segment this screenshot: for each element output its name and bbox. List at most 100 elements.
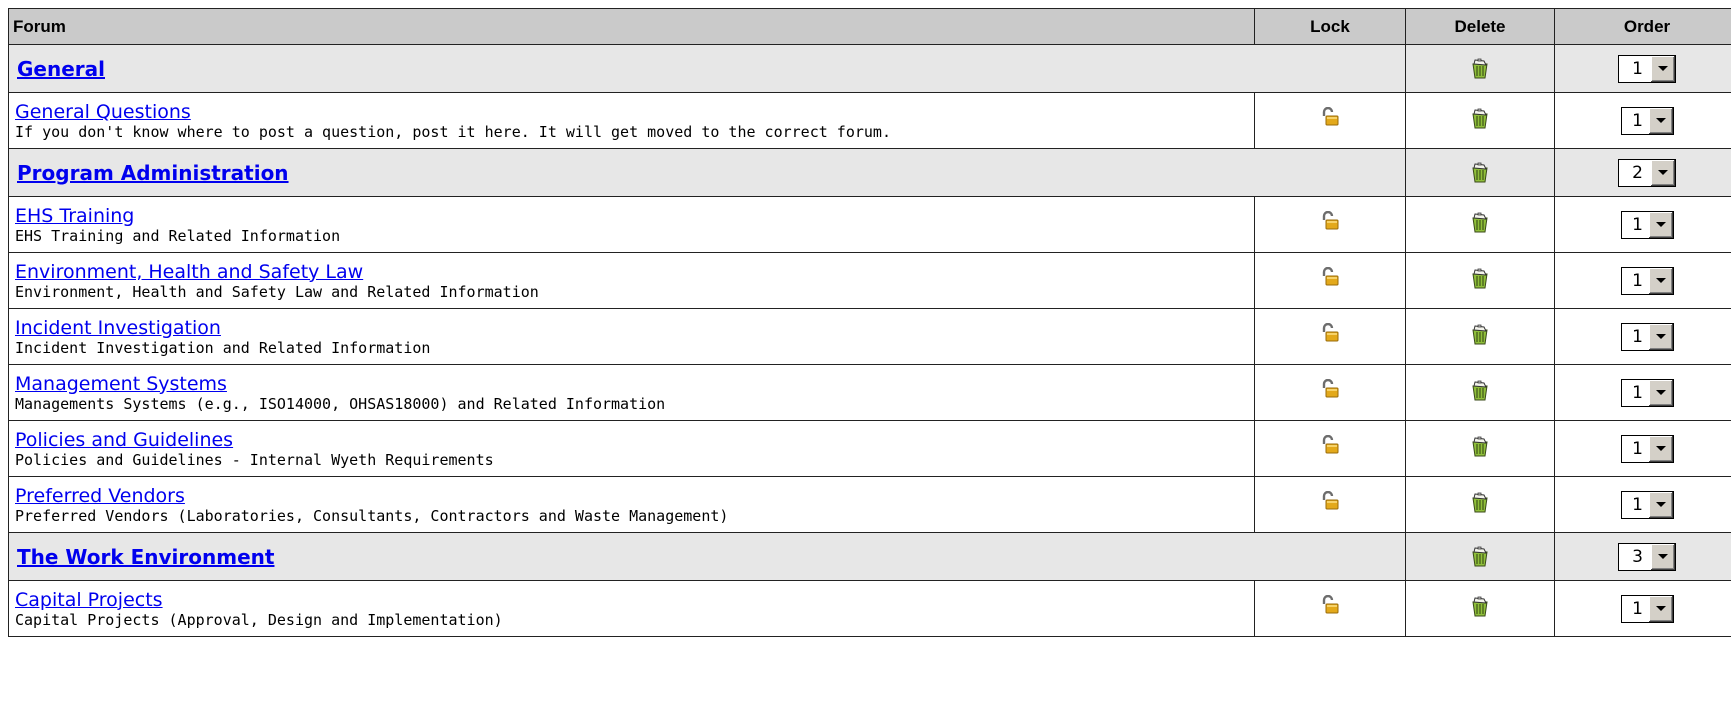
category-name-cell: General	[8, 44, 1406, 93]
trash-icon[interactable]	[1469, 546, 1491, 568]
trash-icon[interactable]	[1469, 58, 1491, 80]
lock-icon[interactable]	[1320, 266, 1340, 287]
forum-row: Policies and Guidelines Policies and Gui…	[8, 420, 1731, 477]
delete-cell	[1405, 44, 1555, 93]
category-row: General 1	[8, 44, 1731, 93]
lock-cell	[1254, 364, 1406, 421]
delete-cell	[1405, 148, 1555, 197]
order-cell: 2	[1554, 148, 1731, 197]
delete-cell	[1405, 532, 1555, 581]
trash-icon[interactable]	[1469, 492, 1491, 514]
lock-icon[interactable]	[1320, 106, 1340, 127]
order-select[interactable]: 1	[1620, 106, 1674, 135]
lock-cell	[1254, 252, 1406, 309]
trash-icon[interactable]	[1469, 596, 1491, 618]
order-cell: 3	[1554, 532, 1731, 581]
lock-icon[interactable]	[1320, 378, 1340, 399]
order-value: 1	[1632, 494, 1643, 515]
lock-icon[interactable]	[1320, 210, 1340, 231]
order-value: 2	[1632, 162, 1643, 183]
order-select[interactable]: 1	[1620, 266, 1674, 295]
trash-icon[interactable]	[1469, 108, 1491, 130]
order-dropdown-button[interactable]	[1650, 159, 1675, 186]
forum-link[interactable]: General Questions	[15, 101, 1254, 123]
order-dropdown-button[interactable]	[1647, 435, 1673, 462]
delete-cell	[1405, 420, 1555, 477]
order-select[interactable]: 1	[1620, 490, 1674, 519]
trash-icon[interactable]	[1469, 162, 1491, 184]
order-select[interactable]: 3	[1618, 542, 1676, 571]
category-link[interactable]: The Work Environment	[17, 545, 274, 569]
order-cell: 1	[1554, 196, 1731, 253]
trash-icon[interactable]	[1469, 380, 1491, 402]
forum-row: EHS Training EHS Training and Related In…	[8, 196, 1731, 253]
order-select[interactable]: 1	[1620, 434, 1674, 463]
order-cell: 1	[1554, 420, 1731, 477]
lock-icon[interactable]	[1320, 434, 1340, 455]
order-cell: 1	[1554, 308, 1731, 365]
forum-description: Capital Projects (Approval, Design and I…	[15, 610, 503, 629]
chevron-down-icon	[1655, 222, 1666, 227]
order-dropdown-button[interactable]	[1647, 323, 1673, 350]
order-cell: 1	[1554, 92, 1731, 149]
category-name-cell: Program Administration	[8, 148, 1406, 197]
delete-cell	[1405, 308, 1555, 365]
forum-link[interactable]: EHS Training	[15, 205, 1254, 227]
lock-icon[interactable]	[1320, 490, 1340, 511]
order-dropdown-button[interactable]	[1650, 55, 1675, 82]
forum-row: Preferred Vendors Preferred Vendors (Lab…	[8, 476, 1731, 533]
trash-icon[interactable]	[1469, 268, 1491, 290]
forum-link[interactable]: Environment, Health and Safety Law	[15, 261, 1254, 283]
order-value: 3	[1632, 546, 1643, 567]
trash-icon[interactable]	[1469, 212, 1491, 234]
order-dropdown-button[interactable]	[1650, 543, 1675, 570]
order-dropdown-button[interactable]	[1647, 107, 1673, 134]
chevron-down-icon	[1655, 606, 1666, 611]
order-select[interactable]: 1	[1618, 54, 1676, 83]
lock-cell	[1254, 92, 1406, 149]
order-cell: 1	[1554, 580, 1731, 637]
order-select[interactable]: 1	[1620, 210, 1674, 239]
order-select[interactable]: 1	[1620, 322, 1674, 351]
order-value: 1	[1632, 382, 1643, 403]
lock-cell	[1254, 420, 1406, 477]
order-dropdown-button[interactable]	[1647, 491, 1673, 518]
forum-name-cell: EHS Training EHS Training and Related In…	[8, 196, 1255, 253]
order-cell: 1	[1554, 44, 1731, 93]
forum-link[interactable]: Preferred Vendors	[15, 485, 1254, 507]
category-row: Program Administration 2	[8, 148, 1731, 197]
chevron-down-icon	[1658, 170, 1668, 175]
forum-description: Incident Investigation and Related Infor…	[15, 338, 431, 357]
order-value: 1	[1632, 598, 1643, 619]
delete-cell	[1405, 476, 1555, 533]
order-dropdown-button[interactable]	[1647, 379, 1673, 406]
order-select[interactable]: 1	[1620, 378, 1674, 407]
forum-link[interactable]: Policies and Guidelines	[15, 429, 1254, 451]
forum-link[interactable]: Capital Projects	[15, 589, 1254, 611]
trash-icon[interactable]	[1469, 324, 1491, 346]
forum-link[interactable]: Management Systems	[15, 373, 1254, 395]
forum-name-cell: Policies and Guidelines Policies and Gui…	[8, 420, 1255, 477]
chevron-down-icon	[1655, 334, 1666, 339]
order-select[interactable]: 2	[1618, 158, 1676, 187]
trash-icon[interactable]	[1469, 436, 1491, 458]
order-dropdown-button[interactable]	[1647, 211, 1673, 238]
order-dropdown-button[interactable]	[1647, 595, 1673, 622]
forum-description: Managements Systems (e.g., ISO14000, OHS…	[15, 394, 666, 413]
chevron-down-icon	[1655, 118, 1666, 123]
forum-name-cell: Management Systems Managements Systems (…	[8, 364, 1255, 421]
lock-icon[interactable]	[1320, 594, 1340, 615]
category-link[interactable]: General	[17, 57, 105, 81]
lock-cell	[1254, 308, 1406, 365]
order-cell: 1	[1554, 252, 1731, 309]
order-value: 1	[1632, 326, 1643, 347]
chevron-down-icon	[1655, 502, 1666, 507]
lock-icon[interactable]	[1320, 322, 1340, 343]
order-dropdown-button[interactable]	[1647, 267, 1673, 294]
forum-description: Environment, Health and Safety Law and R…	[15, 282, 539, 301]
delete-cell	[1405, 364, 1555, 421]
order-select[interactable]: 1	[1620, 594, 1674, 623]
forum-link[interactable]: Incident Investigation	[15, 317, 1254, 339]
column-header-forum: Forum	[8, 8, 1255, 45]
category-link[interactable]: Program Administration	[17, 161, 289, 185]
